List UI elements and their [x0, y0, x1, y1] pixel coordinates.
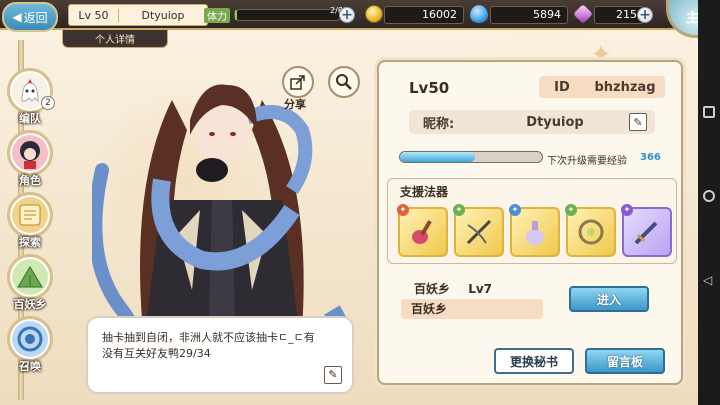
pencil-icon: ✎: [633, 115, 643, 129]
tab-label: 个人详情: [95, 35, 135, 46]
enter-village-button[interactable]: 进入: [569, 286, 649, 312]
exp-label: 下次升级需要经验: [547, 156, 627, 167]
player-level: Lv 50: [69, 8, 119, 22]
search-button[interactable]: [328, 66, 360, 98]
scroll-icon: [7, 192, 53, 238]
gold-amount: 16002: [384, 6, 464, 24]
nickname-label: 昵称:: [423, 116, 455, 132]
nav-label: 角色: [19, 174, 41, 187]
village-name-box: 百妖乡: [401, 299, 543, 319]
stamina-meter: 体力 2/89: [204, 6, 354, 24]
add-stamina-button[interactable]: +: [339, 7, 355, 23]
enter-label: 进入: [596, 292, 621, 307]
signature-text-line1: 抽卡抽到自闭，非洲人就不应该抽卡ㄷ_ㄷ有: [102, 331, 315, 344]
support-artifacts: 支援法器 ✦ ✦ ✦ ✦ ✦: [387, 178, 677, 264]
artifact-slot-5[interactable]: ✦: [621, 204, 672, 257]
player-name: Dtyuiop: [141, 8, 185, 22]
nav-label: 探索: [19, 236, 41, 249]
character-icon: [7, 130, 53, 176]
nav-item-character[interactable]: 角色: [3, 130, 57, 188]
home-nav-icon[interactable]: [703, 190, 715, 202]
system-nav-bar: ◁: [698, 0, 720, 405]
search-icon: [336, 74, 352, 90]
signature-bubble: 抽卡抽到自闭，非洲人就不应该抽卡ㄷ_ㄷ有 没有互关好友鸭29/34 ✎: [86, 316, 354, 394]
team-badge: 2: [41, 96, 55, 110]
artifact-slot-2[interactable]: ✦: [453, 204, 504, 257]
village-info: 百妖乡 Lv7: [414, 280, 506, 297]
profile-level: Lv50: [409, 79, 450, 97]
id-label: ID: [554, 79, 570, 95]
share-icon: [290, 75, 305, 90]
back-label: 返回: [23, 10, 48, 25]
nav-item-summon[interactable]: 召唤: [3, 316, 57, 374]
add-gems-button[interactable]: +: [637, 7, 653, 23]
tent-icon: [7, 254, 53, 300]
nav-label: 编队: [19, 112, 41, 125]
artifact-slot-4[interactable]: ✦: [565, 204, 616, 257]
tab-personal-details[interactable]: 个人详情: [62, 30, 168, 48]
summon-icon: [7, 316, 53, 362]
back-button[interactable]: ◀ 返回: [2, 2, 58, 32]
edit-nickname-button[interactable]: ✎: [629, 113, 647, 131]
village-name: 百妖乡: [414, 282, 451, 296]
id-value: bhzhzag: [594, 79, 656, 95]
profile-panel: Lv50 ID bhzhzag 昵称: Dtyuiop ✎ 下次升级需要经验 3…: [377, 60, 683, 385]
pencil-icon: ✎: [328, 368, 338, 381]
artifact-slot-3[interactable]: ✦: [509, 204, 560, 257]
nav-item-team[interactable]: 2 编队: [3, 68, 57, 126]
share-label: 分享: [284, 98, 306, 111]
guitar-icon: [412, 220, 432, 244]
signature-text-line2: 没有互关好友鸭29/34: [102, 347, 211, 360]
village-level: Lv7: [468, 282, 493, 296]
water-drop-icon: [470, 5, 488, 23]
stamina-label: 体力: [204, 8, 230, 23]
recent-apps-icon[interactable]: [703, 106, 715, 118]
artifact-slot-1[interactable]: ✦: [397, 204, 448, 257]
change-secretary-button[interactable]: 更换秘书: [494, 348, 574, 374]
wheel-icon: [578, 219, 604, 245]
side-menu: 2 编队 角色 探索 百妖乡 召唤: [0, 40, 62, 405]
nav-label: 召唤: [19, 360, 41, 373]
player-level-box: Lv 50 Dtyuiop: [68, 4, 208, 26]
crossbow-icon: [466, 219, 492, 245]
nav-item-village[interactable]: 百妖乡: [3, 254, 57, 312]
back-arrow-icon: ◀: [12, 10, 22, 24]
player-id-box: ID bhzhzag: [539, 76, 665, 98]
exp-progress-bar: [399, 151, 543, 163]
nav-item-explore[interactable]: 探索: [3, 192, 57, 250]
back-nav-icon[interactable]: ◁: [703, 274, 715, 286]
nav-label: 百妖乡: [13, 298, 47, 311]
share-button[interactable]: [282, 66, 314, 98]
message-board-button[interactable]: 留言板: [585, 348, 665, 374]
gold-coin-icon: [365, 5, 383, 23]
bottle-icon: [526, 221, 544, 245]
change-secretary-label: 更换秘书: [509, 354, 558, 369]
nickname-box: 昵称: Dtyuiop: [409, 110, 655, 134]
edit-signature-button[interactable]: ✎: [324, 366, 342, 384]
sword-icon: [634, 221, 658, 245]
stamina-bar: [234, 9, 342, 21]
exp-value: 366: [640, 152, 661, 163]
support-title: 支援法器: [400, 185, 449, 199]
water-amount: 5894: [490, 6, 568, 24]
message-board-label: 留言板: [606, 354, 643, 369]
